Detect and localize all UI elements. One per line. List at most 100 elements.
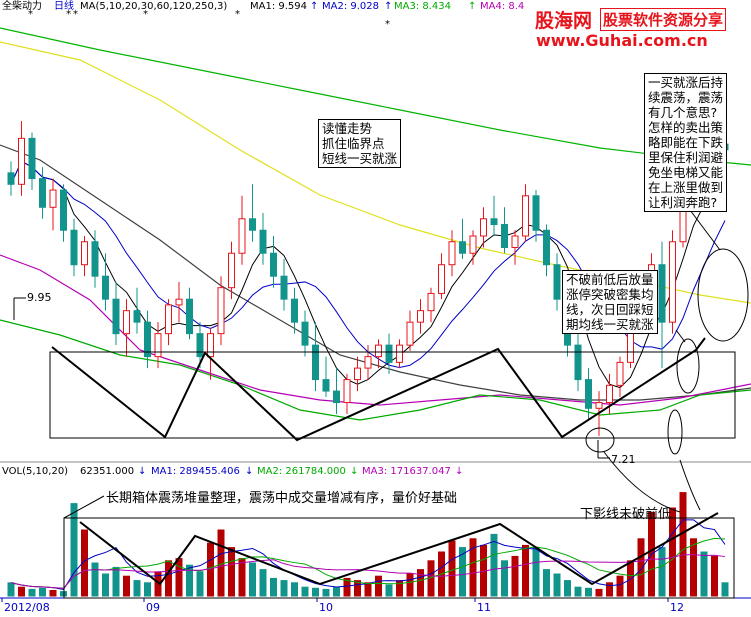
volume-bar — [690, 538, 697, 597]
highlight-ellipse — [667, 409, 683, 455]
volume-bar — [238, 558, 246, 597]
star-marker: * — [28, 9, 33, 20]
candle-body — [217, 287, 225, 335]
vol-ma3: MA3: 171637.047 — [362, 466, 451, 477]
volume-bar — [228, 547, 235, 597]
candle-body — [343, 379, 351, 404]
volume-bar — [595, 588, 603, 597]
candle-body — [259, 229, 267, 254]
vol-value: 62351.000 — [80, 466, 135, 477]
candle-body — [364, 356, 372, 369]
annotation-question: 一买就涨后持 续震荡，震荡 有几个意思? 怎样的卖出策 略即能在下跌 里保住利润… — [644, 73, 728, 212]
candle-body — [228, 252, 235, 289]
candle-body — [301, 321, 309, 346]
volume-bar — [102, 573, 109, 597]
volume-bar — [18, 586, 25, 597]
volume-bar — [333, 586, 340, 597]
volume-bar — [70, 503, 78, 597]
candle-body — [375, 344, 382, 358]
stock-name: 全柴动力 — [2, 1, 42, 12]
ma120-line — [0, 41, 751, 304]
volume-bar — [123, 575, 130, 597]
volume-bar — [585, 587, 592, 597]
vol-ma2-arrow: ↓ — [350, 466, 359, 477]
volume-bar — [501, 560, 508, 597]
candle-body — [553, 264, 561, 300]
annotation-read-trend: 读懂走势 抓住临界点 短线一买就涨 — [318, 119, 402, 168]
candle-body — [585, 379, 592, 409]
candle-body — [18, 137, 25, 185]
volume-bar — [564, 580, 571, 597]
candle-body — [574, 344, 582, 381]
vol-params: VOL(5,10,20) — [2, 466, 69, 477]
x-tick-label: 12 — [670, 601, 684, 614]
candle-body — [102, 275, 109, 300]
volume-bar — [144, 582, 151, 597]
candle-body — [39, 178, 46, 208]
volume-bar — [375, 575, 382, 597]
candle-body — [669, 241, 676, 323]
candle-body — [291, 298, 298, 323]
ma3-arrow: ↑ — [468, 1, 477, 12]
volume-bar — [574, 586, 582, 597]
volume-bar — [133, 580, 141, 597]
candle-body — [354, 367, 361, 381]
candle-body — [606, 384, 613, 404]
volume-bar — [711, 555, 718, 597]
candle-body — [133, 310, 141, 323]
high-price-marker: 9.95 — [27, 291, 52, 304]
candle-body — [280, 275, 288, 300]
volume-bar — [406, 573, 414, 597]
volume-bar — [522, 544, 529, 597]
highlight-ellipse — [697, 248, 749, 342]
candle-body — [7, 172, 15, 185]
brand-url: www.Guhai.com.cn — [536, 31, 708, 50]
candle-body — [196, 333, 204, 358]
x-tick-label: 09 — [146, 601, 160, 614]
candle-body — [249, 218, 256, 231]
volume-bar — [532, 547, 540, 597]
volume-bar — [280, 580, 288, 597]
candle-body — [144, 321, 151, 358]
ma1-arrow: ↑ — [310, 1, 319, 12]
candle-body — [165, 304, 172, 335]
candle-body — [154, 333, 162, 358]
candle-body — [123, 310, 130, 335]
candle-body — [406, 321, 414, 346]
volume-bar — [91, 562, 99, 597]
candle-body — [501, 224, 508, 248]
vol-arrow: ↓ — [138, 466, 147, 477]
candle-body — [49, 189, 57, 208]
x-tick-label: 11 — [477, 601, 491, 614]
candle-body — [459, 241, 466, 254]
annotation-lower-shadow: 下影线未破前低 — [580, 507, 672, 522]
volume-bar — [417, 569, 424, 597]
volume-bar — [312, 587, 319, 597]
x-tick-label: 2012/08 — [4, 601, 50, 614]
highlight-ellipse — [585, 427, 615, 453]
volume-bar — [721, 582, 729, 597]
note-pointer — [63, 495, 105, 519]
candle-body — [427, 292, 435, 312]
candle-body — [333, 390, 340, 404]
volume-bar — [28, 588, 36, 597]
candle-body — [396, 344, 403, 363]
candle-body — [322, 379, 330, 392]
ma2-value: MA2: 9.028 — [322, 1, 380, 12]
candle-body — [543, 229, 550, 266]
period-label[interactable]: 日线 — [54, 1, 74, 13]
candle-body — [28, 137, 36, 180]
annotation-box-consolidation: 长期箱体震荡堆量整理，震荡中成交量增减有序，量价好基础 — [106, 491, 458, 506]
ma-params: MA(5,10,20,30,60,120,250,3) — [80, 1, 228, 12]
candle-body — [112, 298, 120, 335]
ma1-value: MA1: 9.594 — [250, 1, 308, 12]
vol-ma3-arrow: ↓ — [455, 466, 464, 477]
candle-body — [175, 298, 183, 306]
volume-bar — [7, 582, 15, 597]
vol-ma2: MA2: 261784.000 — [257, 466, 346, 477]
volume-bar — [39, 587, 46, 597]
volume-bar — [291, 582, 298, 597]
candle-body — [490, 218, 498, 226]
star-marker: * — [143, 9, 148, 20]
candle-body — [438, 264, 445, 294]
